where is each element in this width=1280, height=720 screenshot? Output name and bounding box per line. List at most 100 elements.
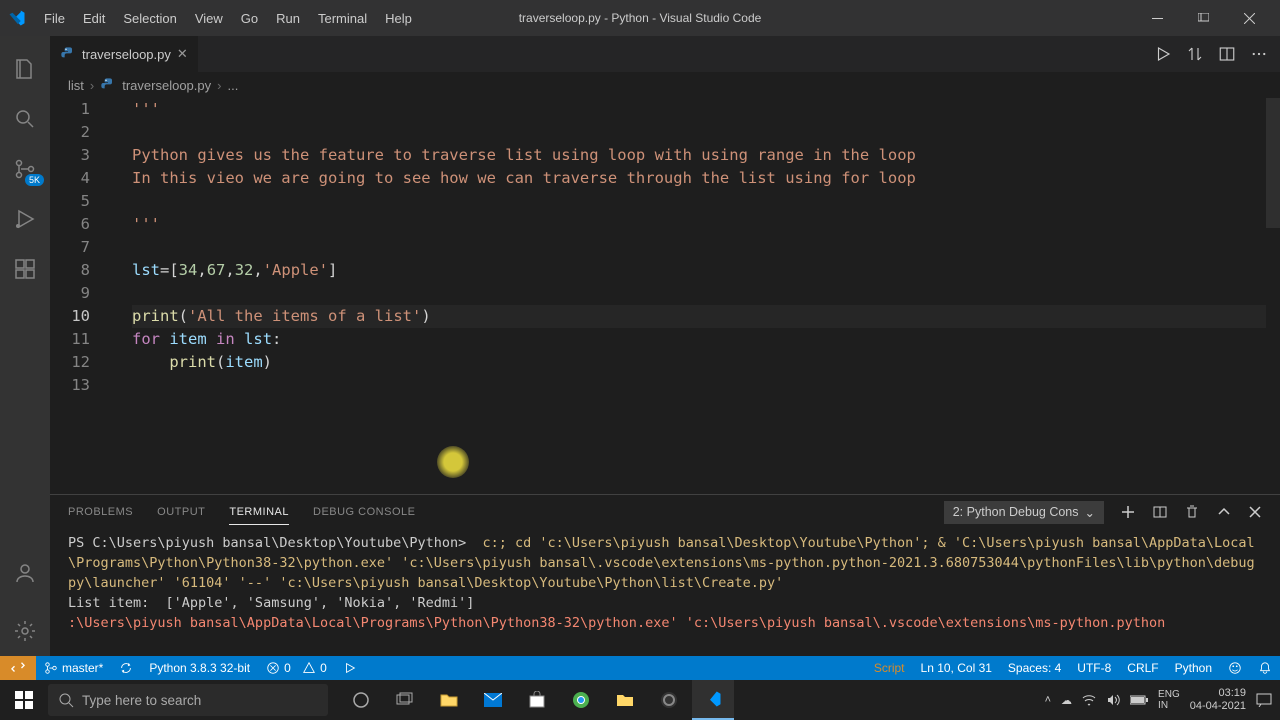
- vscode-app-icon[interactable]: [692, 680, 734, 720]
- battery-icon[interactable]: [1130, 695, 1148, 705]
- menu-run[interactable]: Run: [268, 7, 308, 30]
- window-title: traverseloop.py - Python - Visual Studio…: [519, 11, 762, 25]
- menu-selection[interactable]: Selection: [115, 7, 184, 30]
- explorer-app-icon[interactable]: [428, 680, 470, 720]
- split-diff-icon[interactable]: [1186, 45, 1204, 63]
- minimap[interactable]: [1266, 98, 1280, 494]
- taskbar-search[interactable]: Type here to search: [48, 684, 328, 716]
- source-control-icon[interactable]: 5K: [0, 144, 50, 194]
- mail-app-icon[interactable]: [472, 680, 514, 720]
- code-editor[interactable]: 1 2 3 4 5 6 7 8 9 10 11 12 13 ''' Python…: [50, 98, 1280, 494]
- chevron-down-icon: ⌄: [1085, 505, 1095, 520]
- tab-bar: traverseloop.py ✕: [50, 36, 1280, 72]
- sync-icon[interactable]: [111, 656, 141, 680]
- panel: PROBLEMS OUTPUT TERMINAL DEBUG CONSOLE 2…: [50, 494, 1280, 656]
- status-right: Script Ln 10, Col 31 Spaces: 4 UTF-8 CRL…: [866, 656, 1280, 680]
- breadcrumb-ellipsis[interactable]: ...: [227, 78, 238, 93]
- errors-warnings[interactable]: 0 0: [258, 656, 335, 680]
- tray-chevron-icon[interactable]: ˄: [1045, 694, 1051, 706]
- statusbar: master* Python 3.8.3 32-bit 0 0 Script L…: [0, 656, 1280, 680]
- panel-tab-terminal[interactable]: TERMINAL: [229, 500, 289, 525]
- encoding[interactable]: UTF-8: [1069, 656, 1119, 680]
- kill-terminal-icon[interactable]: [1184, 504, 1200, 520]
- breadcrumb-folder[interactable]: list: [68, 78, 84, 93]
- menu-terminal[interactable]: Terminal: [310, 7, 375, 30]
- breadcrumb[interactable]: list › traverseloop.py › ...: [50, 72, 1280, 98]
- search-icon[interactable]: [0, 94, 50, 144]
- search-icon: [58, 692, 74, 708]
- panel-tab-output[interactable]: OUTPUT: [157, 500, 205, 524]
- new-terminal-icon[interactable]: [1120, 504, 1136, 520]
- cursor-position[interactable]: Ln 10, Col 31: [913, 656, 1000, 680]
- tab-traverseloop[interactable]: traverseloop.py ✕: [50, 36, 199, 72]
- clock[interactable]: 03:1904-04-2021: [1190, 687, 1246, 713]
- menubar: File Edit Selection View Go Run Terminal…: [36, 7, 420, 30]
- start-button[interactable]: [0, 680, 48, 720]
- cortana-icon[interactable]: [340, 680, 382, 720]
- more-actions-icon[interactable]: [1250, 45, 1268, 63]
- tab-filename: traverseloop.py: [82, 47, 171, 62]
- terminal-selector[interactable]: 2: Python Debug Cons⌄: [944, 501, 1104, 524]
- minimize-button[interactable]: [1134, 0, 1180, 36]
- accounts-icon[interactable]: [0, 548, 50, 598]
- menu-view[interactable]: View: [187, 7, 231, 30]
- code-content[interactable]: ''' Python gives us the feature to trave…: [110, 98, 1280, 494]
- system-tray: ˄ ☁ ENGIN 03:1904-04-2021: [1045, 687, 1280, 713]
- scm-badge: 5K: [25, 174, 44, 186]
- explorer-icon[interactable]: [0, 44, 50, 94]
- menu-edit[interactable]: Edit: [75, 7, 113, 30]
- run-file-icon[interactable]: [1154, 45, 1172, 63]
- panel-tabs: PROBLEMS OUTPUT TERMINAL DEBUG CONSOLE 2…: [50, 495, 1280, 529]
- main-area: 5K traverseloop.py ✕ list › traverseloop…: [0, 36, 1280, 656]
- taskview-icon[interactable]: [384, 680, 426, 720]
- terminal-content[interactable]: PS C:\Users\piyush bansal\Desktop\Youtub…: [50, 529, 1280, 656]
- menu-help[interactable]: Help: [377, 7, 420, 30]
- maximize-button[interactable]: [1180, 0, 1226, 36]
- onedrive-icon[interactable]: ☁: [1061, 694, 1072, 707]
- folder-app-icon[interactable]: [604, 680, 646, 720]
- wifi-icon[interactable]: [1082, 694, 1096, 706]
- obs-app-icon[interactable]: [648, 680, 690, 720]
- volume-icon[interactable]: [1106, 694, 1120, 706]
- run-status-icon[interactable]: [335, 656, 365, 680]
- search-placeholder: Type here to search: [82, 693, 201, 708]
- panel-tab-debugconsole[interactable]: DEBUG CONSOLE: [313, 500, 415, 524]
- python-file-icon: [100, 77, 116, 93]
- python-interpreter[interactable]: Python 3.8.3 32-bit: [141, 656, 258, 680]
- panel-actions: 2: Python Debug Cons⌄: [944, 501, 1262, 524]
- panel-tab-problems[interactable]: PROBLEMS: [68, 500, 133, 524]
- close-panel-icon[interactable]: [1248, 505, 1262, 519]
- chrome-app-icon[interactable]: [560, 680, 602, 720]
- cursor-highlight: [437, 446, 469, 478]
- breadcrumb-file[interactable]: traverseloop.py: [122, 78, 211, 93]
- store-app-icon[interactable]: [516, 680, 558, 720]
- titlebar: File Edit Selection View Go Run Terminal…: [0, 0, 1280, 36]
- run-debug-icon[interactable]: [0, 194, 50, 244]
- eol[interactable]: CRLF: [1119, 656, 1166, 680]
- line-gutter: 1 2 3 4 5 6 7 8 9 10 11 12 13: [50, 98, 110, 494]
- close-button[interactable]: [1226, 0, 1272, 36]
- split-terminal-icon[interactable]: [1152, 504, 1168, 520]
- menu-file[interactable]: File: [36, 7, 73, 30]
- python-file-icon: [60, 46, 76, 62]
- maximize-panel-icon[interactable]: [1216, 504, 1232, 520]
- git-branch[interactable]: master*: [36, 656, 111, 680]
- notifications-icon[interactable]: [1250, 656, 1280, 680]
- notification-center-icon[interactable]: [1256, 693, 1272, 707]
- window-controls: [1134, 0, 1272, 36]
- extensions-icon[interactable]: [0, 244, 50, 294]
- editor-area: traverseloop.py ✕ list › traverseloop.py…: [50, 36, 1280, 656]
- minimap-thumb[interactable]: [1266, 98, 1280, 228]
- close-tab-icon[interactable]: ✕: [177, 46, 188, 62]
- menu-go[interactable]: Go: [233, 7, 266, 30]
- remote-indicator[interactable]: [0, 656, 36, 680]
- activitybar: 5K: [0, 36, 50, 656]
- language-indicator[interactable]: ENGIN: [1158, 689, 1180, 711]
- split-editor-icon[interactable]: [1218, 45, 1236, 63]
- settings-gear-icon[interactable]: [0, 606, 50, 656]
- feedback-icon[interactable]: [1220, 656, 1250, 680]
- indentation[interactable]: Spaces: 4: [1000, 656, 1069, 680]
- script-indicator[interactable]: Script: [866, 656, 913, 680]
- language-mode[interactable]: Python: [1167, 656, 1220, 680]
- taskbar: Type here to search ˄ ☁ ENGIN 03:1904-04…: [0, 680, 1280, 720]
